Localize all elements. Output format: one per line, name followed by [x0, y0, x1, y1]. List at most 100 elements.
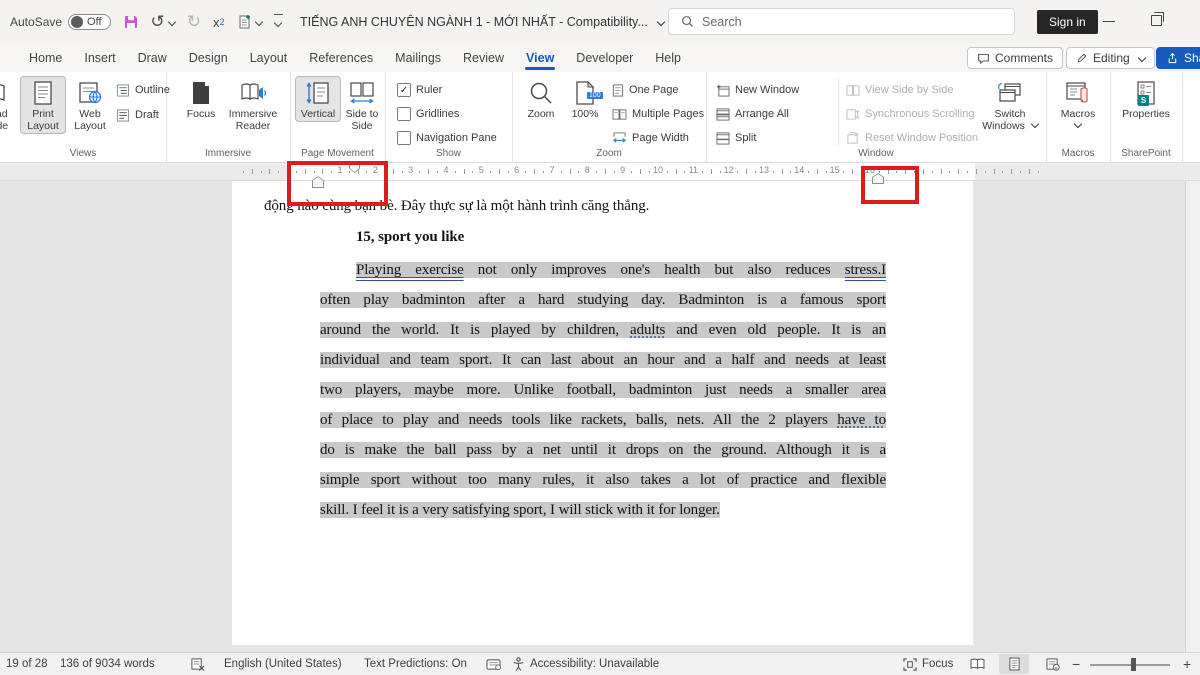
word-window: AutoSave Off ↺ ↻ x2 TIẾNG ANH CHUYÊN NGÀ… [0, 0, 1200, 675]
sign-in-button[interactable]: Sign in [1037, 10, 1098, 34]
checkbox-checked-icon: ✓ [397, 83, 411, 97]
new-window-button[interactable]: New Window [716, 80, 799, 100]
zoom-button[interactable]: Zoom [518, 76, 564, 122]
tab-mailings[interactable]: Mailings [384, 46, 452, 70]
save-button[interactable] [123, 14, 139, 30]
paragraph-line: of place to play and needs tools like ra… [320, 405, 886, 435]
subscript-button[interactable]: x2 [213, 15, 225, 30]
document-page[interactable]: động nào cùng bạn bè. Đây thực sự là một… [232, 181, 973, 645]
read-mode-button[interactable]: Read Mode [0, 76, 18, 134]
share-icon [1166, 52, 1179, 65]
paragraph-line: skill. I feel it is a very satisfying sp… [320, 495, 886, 525]
split-button[interactable]: Split [716, 128, 756, 148]
gridlines-checkbox[interactable]: Gridlines [397, 104, 459, 124]
group-show: ✓Ruler Gridlines Navigation Pane Show [385, 72, 513, 162]
arrange-all-button[interactable]: Arrange All [716, 104, 789, 124]
one-page-button[interactable]: One Page [612, 80, 679, 100]
word-count[interactable]: 136 of 9034 words [60, 653, 155, 675]
save-icon [123, 14, 139, 30]
vertical-scrollbar[interactable] [1185, 181, 1200, 652]
ruler-checkbox[interactable]: ✓Ruler [397, 80, 442, 100]
tab-help[interactable]: Help [644, 46, 692, 70]
svg-text:e: e [1055, 665, 1058, 670]
synchronous-scrolling-button[interactable]: Synchronous Scrolling [846, 104, 974, 124]
customize-qat-button[interactable] [274, 14, 283, 31]
web-layout-view-button[interactable]: e [1038, 654, 1068, 674]
macros-button[interactable]: Macros [1055, 76, 1101, 134]
draft-button[interactable]: Draft [116, 105, 159, 125]
read-mode-view-button[interactable] [962, 654, 992, 674]
multiple-pages-button[interactable]: Multiple Pages [612, 104, 704, 124]
focus-mode-button[interactable]: Focus [903, 653, 953, 675]
side-to-side-button[interactable]: Side to Side [341, 76, 383, 134]
document-title-text: TIẾNG ANH CHUYÊN NGÀNH 1 - MỚI NHẤT - Co… [300, 15, 648, 29]
share-button[interactable]: Share [1156, 47, 1200, 69]
text-predictions-icon-button[interactable] [486, 653, 501, 675]
page-width-button[interactable]: Page Width [612, 128, 689, 148]
search-box[interactable]: Search [668, 8, 1015, 35]
print-layout-button[interactable]: Print Layout [20, 76, 66, 134]
search-placeholder: Search [702, 15, 742, 29]
zoom-in-button[interactable]: + [1183, 653, 1191, 675]
tab-home[interactable]: Home [18, 46, 73, 70]
accessibility-indicator[interactable]: Accessibility: Unavailable [512, 653, 659, 675]
print-layout-icon [32, 78, 54, 108]
immersive-reader-button[interactable]: Immersive Reader [224, 76, 282, 134]
vertical-button[interactable]: Vertical [295, 76, 341, 122]
redo-button[interactable]: ↻ [187, 12, 201, 32]
group-immersive: Focus Immersive Reader Immersive [166, 72, 291, 162]
tab-layout[interactable]: Layout [239, 46, 299, 70]
group-label-immersive: Immersive [166, 148, 290, 159]
group-label-window: Window [706, 148, 1046, 159]
properties-button[interactable]: S Properties [1118, 76, 1174, 122]
comments-icon [977, 52, 990, 65]
text-predictions-indicator[interactable]: Text Predictions: On [364, 653, 467, 675]
minimize-button[interactable] [1103, 21, 1115, 22]
paste-button[interactable] [237, 14, 262, 30]
view-side-by-side-button[interactable]: View Side by Side [846, 80, 953, 100]
document-title[interactable]: TIẾNG ANH CHUYÊN NGÀNH 1 - MỚI NHẤT - Co… [300, 0, 664, 44]
web-layout-button[interactable]: Web Layout [67, 76, 113, 134]
undo-button[interactable]: ↺ [151, 12, 175, 32]
navigation-pane-checkbox[interactable]: Navigation Pane [397, 128, 497, 148]
draft-icon [116, 109, 130, 122]
language-indicator[interactable]: English (United States) [224, 653, 342, 675]
paste-icon [237, 14, 252, 30]
group-page-movement: Vertical Side to Side Page Movement [290, 72, 386, 162]
zoom-slider-track[interactable] [1090, 664, 1170, 666]
tab-design[interactable]: Design [178, 46, 239, 70]
annotation-box-left-indent [287, 161, 388, 206]
proofing-errors-button[interactable] [190, 653, 205, 675]
section-heading: 15, sport you like [356, 229, 464, 246]
one-page-icon [612, 84, 624, 97]
ruler[interactable]: 12345678910111213141516 [0, 163, 1200, 181]
tab-insert[interactable]: Insert [73, 46, 126, 70]
zoom-100-button[interactable]: 100 100% [562, 76, 608, 122]
switch-windows-button[interactable]: Switch Windows [982, 76, 1038, 134]
tab-review[interactable]: Review [452, 46, 515, 70]
checkbox-unchecked-icon [397, 107, 411, 121]
tab-developer[interactable]: Developer [565, 46, 644, 70]
editing-dropdown[interactable]: Editing [1066, 47, 1155, 69]
autosave-toggle[interactable]: AutoSave Off [10, 14, 111, 30]
comments-button[interactable]: Comments [967, 47, 1063, 69]
reset-window-position-button[interactable]: Reset Window Position [846, 128, 978, 148]
new-window-icon [716, 84, 730, 97]
tab-view[interactable]: View [515, 46, 565, 70]
outline-button[interactable]: Outline [116, 80, 170, 100]
zoom-out-button[interactable]: − [1072, 653, 1080, 675]
quick-access-toolbar: AutoSave Off ↺ ↻ x2 [0, 12, 283, 32]
web-layout-icon [78, 78, 102, 108]
print-layout-view-button[interactable] [999, 654, 1029, 674]
undo-icon: ↺ [151, 12, 165, 32]
paragraph-line: Playing exercise not only improves one's… [320, 255, 886, 285]
switch-windows-icon [997, 78, 1023, 108]
page-indicator[interactable]: 19 of 28 [6, 653, 48, 675]
zoom-slider-handle[interactable] [1131, 658, 1136, 671]
tab-draw[interactable]: Draw [127, 46, 178, 70]
print-layout-view-icon [1009, 657, 1020, 671]
restore-button[interactable] [1151, 15, 1162, 26]
focus-button[interactable]: Focus [178, 76, 224, 122]
multiple-pages-icon [612, 108, 627, 121]
tab-references[interactable]: References [298, 46, 384, 70]
